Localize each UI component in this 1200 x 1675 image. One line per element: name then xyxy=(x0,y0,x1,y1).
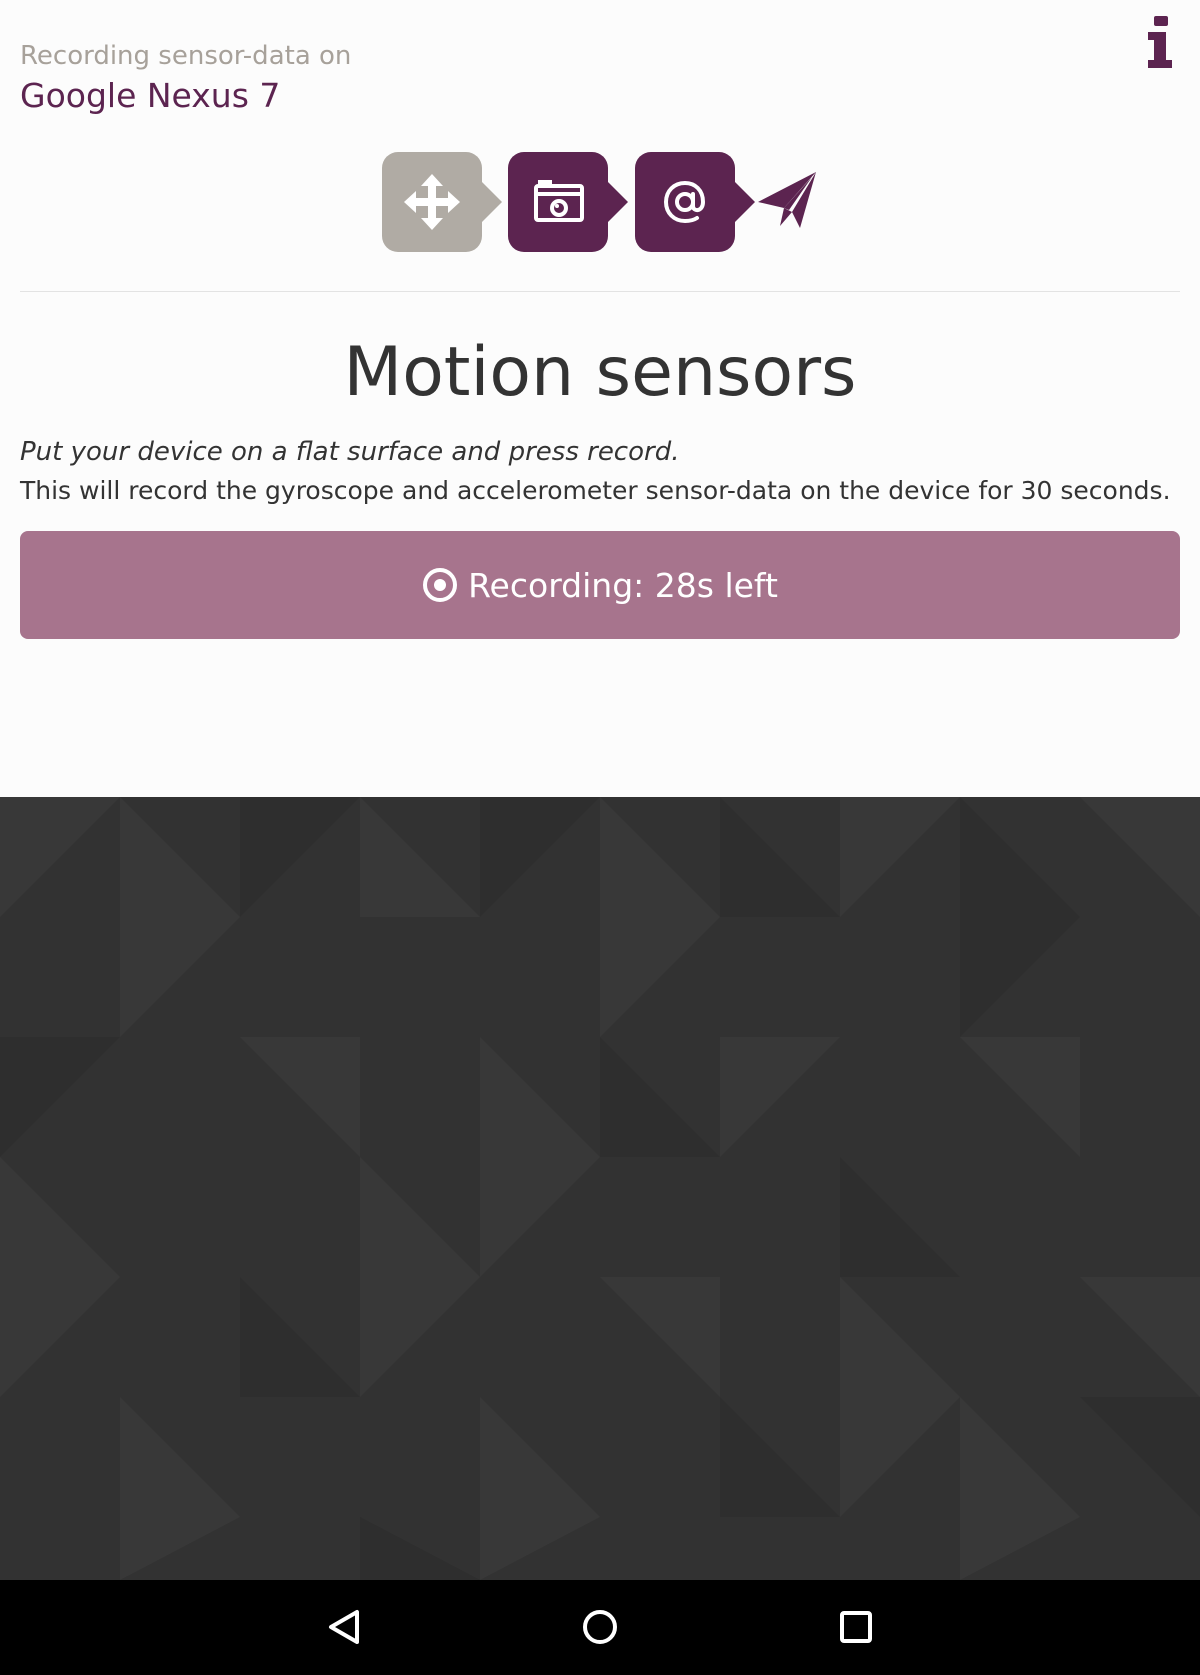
record-icon xyxy=(423,568,458,602)
home-icon xyxy=(583,1610,617,1644)
background-pattern xyxy=(0,797,1200,1580)
back-button[interactable] xyxy=(311,1594,377,1660)
info-icon xyxy=(1148,16,1172,68)
info-button[interactable] xyxy=(1146,16,1176,70)
at-sign-icon xyxy=(663,180,706,224)
progress-steps xyxy=(382,152,822,254)
description-text: This will record the gyroscope and accel… xyxy=(20,476,1171,505)
camera-icon xyxy=(534,180,584,222)
triangle-pattern xyxy=(0,797,1200,1580)
step-send[interactable] xyxy=(756,152,822,252)
step-arrow xyxy=(735,182,755,222)
paper-plane-icon xyxy=(758,172,816,228)
app-header: Recording sensor-data on Google Nexus 7 xyxy=(20,36,351,116)
move-icon xyxy=(404,174,460,230)
back-icon xyxy=(329,1610,359,1644)
step-photo[interactable] xyxy=(508,152,628,252)
step-arrow xyxy=(608,182,628,222)
system-nav-bar xyxy=(0,1580,1200,1675)
header-subtitle: Recording sensor-data on xyxy=(20,41,352,71)
record-button[interactable]: Recording: 28s left xyxy=(20,531,1180,639)
page-title: Motion sensors xyxy=(343,333,857,412)
divider xyxy=(20,291,1180,292)
home-button[interactable] xyxy=(567,1594,633,1660)
record-button-label: Recording: 28s left xyxy=(468,565,778,605)
recents-button[interactable] xyxy=(823,1594,889,1660)
step-arrow xyxy=(482,182,502,222)
instruction-text: Put your device on a flat surface and pr… xyxy=(20,437,680,467)
step-motion[interactable] xyxy=(382,152,502,252)
device-name: Google Nexus 7 xyxy=(20,76,281,115)
recents-icon xyxy=(840,1611,872,1643)
step-email[interactable] xyxy=(635,152,755,252)
